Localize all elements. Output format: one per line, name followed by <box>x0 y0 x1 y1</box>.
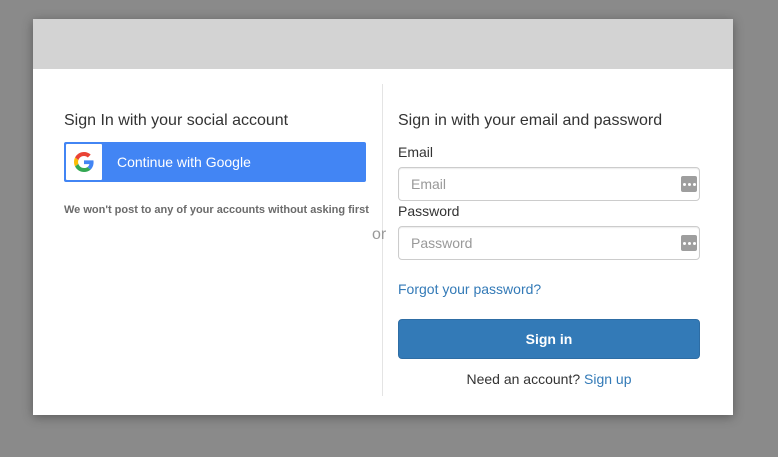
password-input-wrapper <box>398 226 700 260</box>
email-heading: Sign in with your email and password <box>398 112 663 129</box>
dialog-header <box>33 19 733 69</box>
social-heading: Sign In with your social account <box>64 112 289 129</box>
password-manager-icon[interactable] <box>681 235 697 251</box>
forgot-password-link[interactable]: Forgot your password? <box>398 281 541 297</box>
email-input[interactable] <box>398 167 700 201</box>
signup-row: Need an account? Sign up <box>398 371 700 387</box>
signup-prompt: Need an account? <box>466 371 585 387</box>
google-button-label: Continue with Google <box>117 154 251 170</box>
social-signin-column: Sign In with your social account Continu… <box>64 111 369 216</box>
sign-in-button[interactable]: Sign in <box>398 319 700 359</box>
signin-dialog: Sign In with your social account Continu… <box>33 19 733 415</box>
continue-with-google-button[interactable]: Continue with Google <box>64 142 366 182</box>
password-label: Password <box>398 203 460 219</box>
or-separator: or <box>372 226 387 243</box>
google-icon <box>66 144 102 180</box>
sign-up-link[interactable]: Sign up <box>584 371 631 387</box>
social-disclaimer: We won't post to any of your accounts wi… <box>64 204 369 216</box>
password-manager-icon[interactable] <box>681 176 697 192</box>
email-signin-column: Sign in with your email and password Ema… <box>398 111 700 387</box>
email-label: Email <box>398 144 434 160</box>
email-input-wrapper <box>398 167 700 201</box>
password-input[interactable] <box>398 226 700 260</box>
